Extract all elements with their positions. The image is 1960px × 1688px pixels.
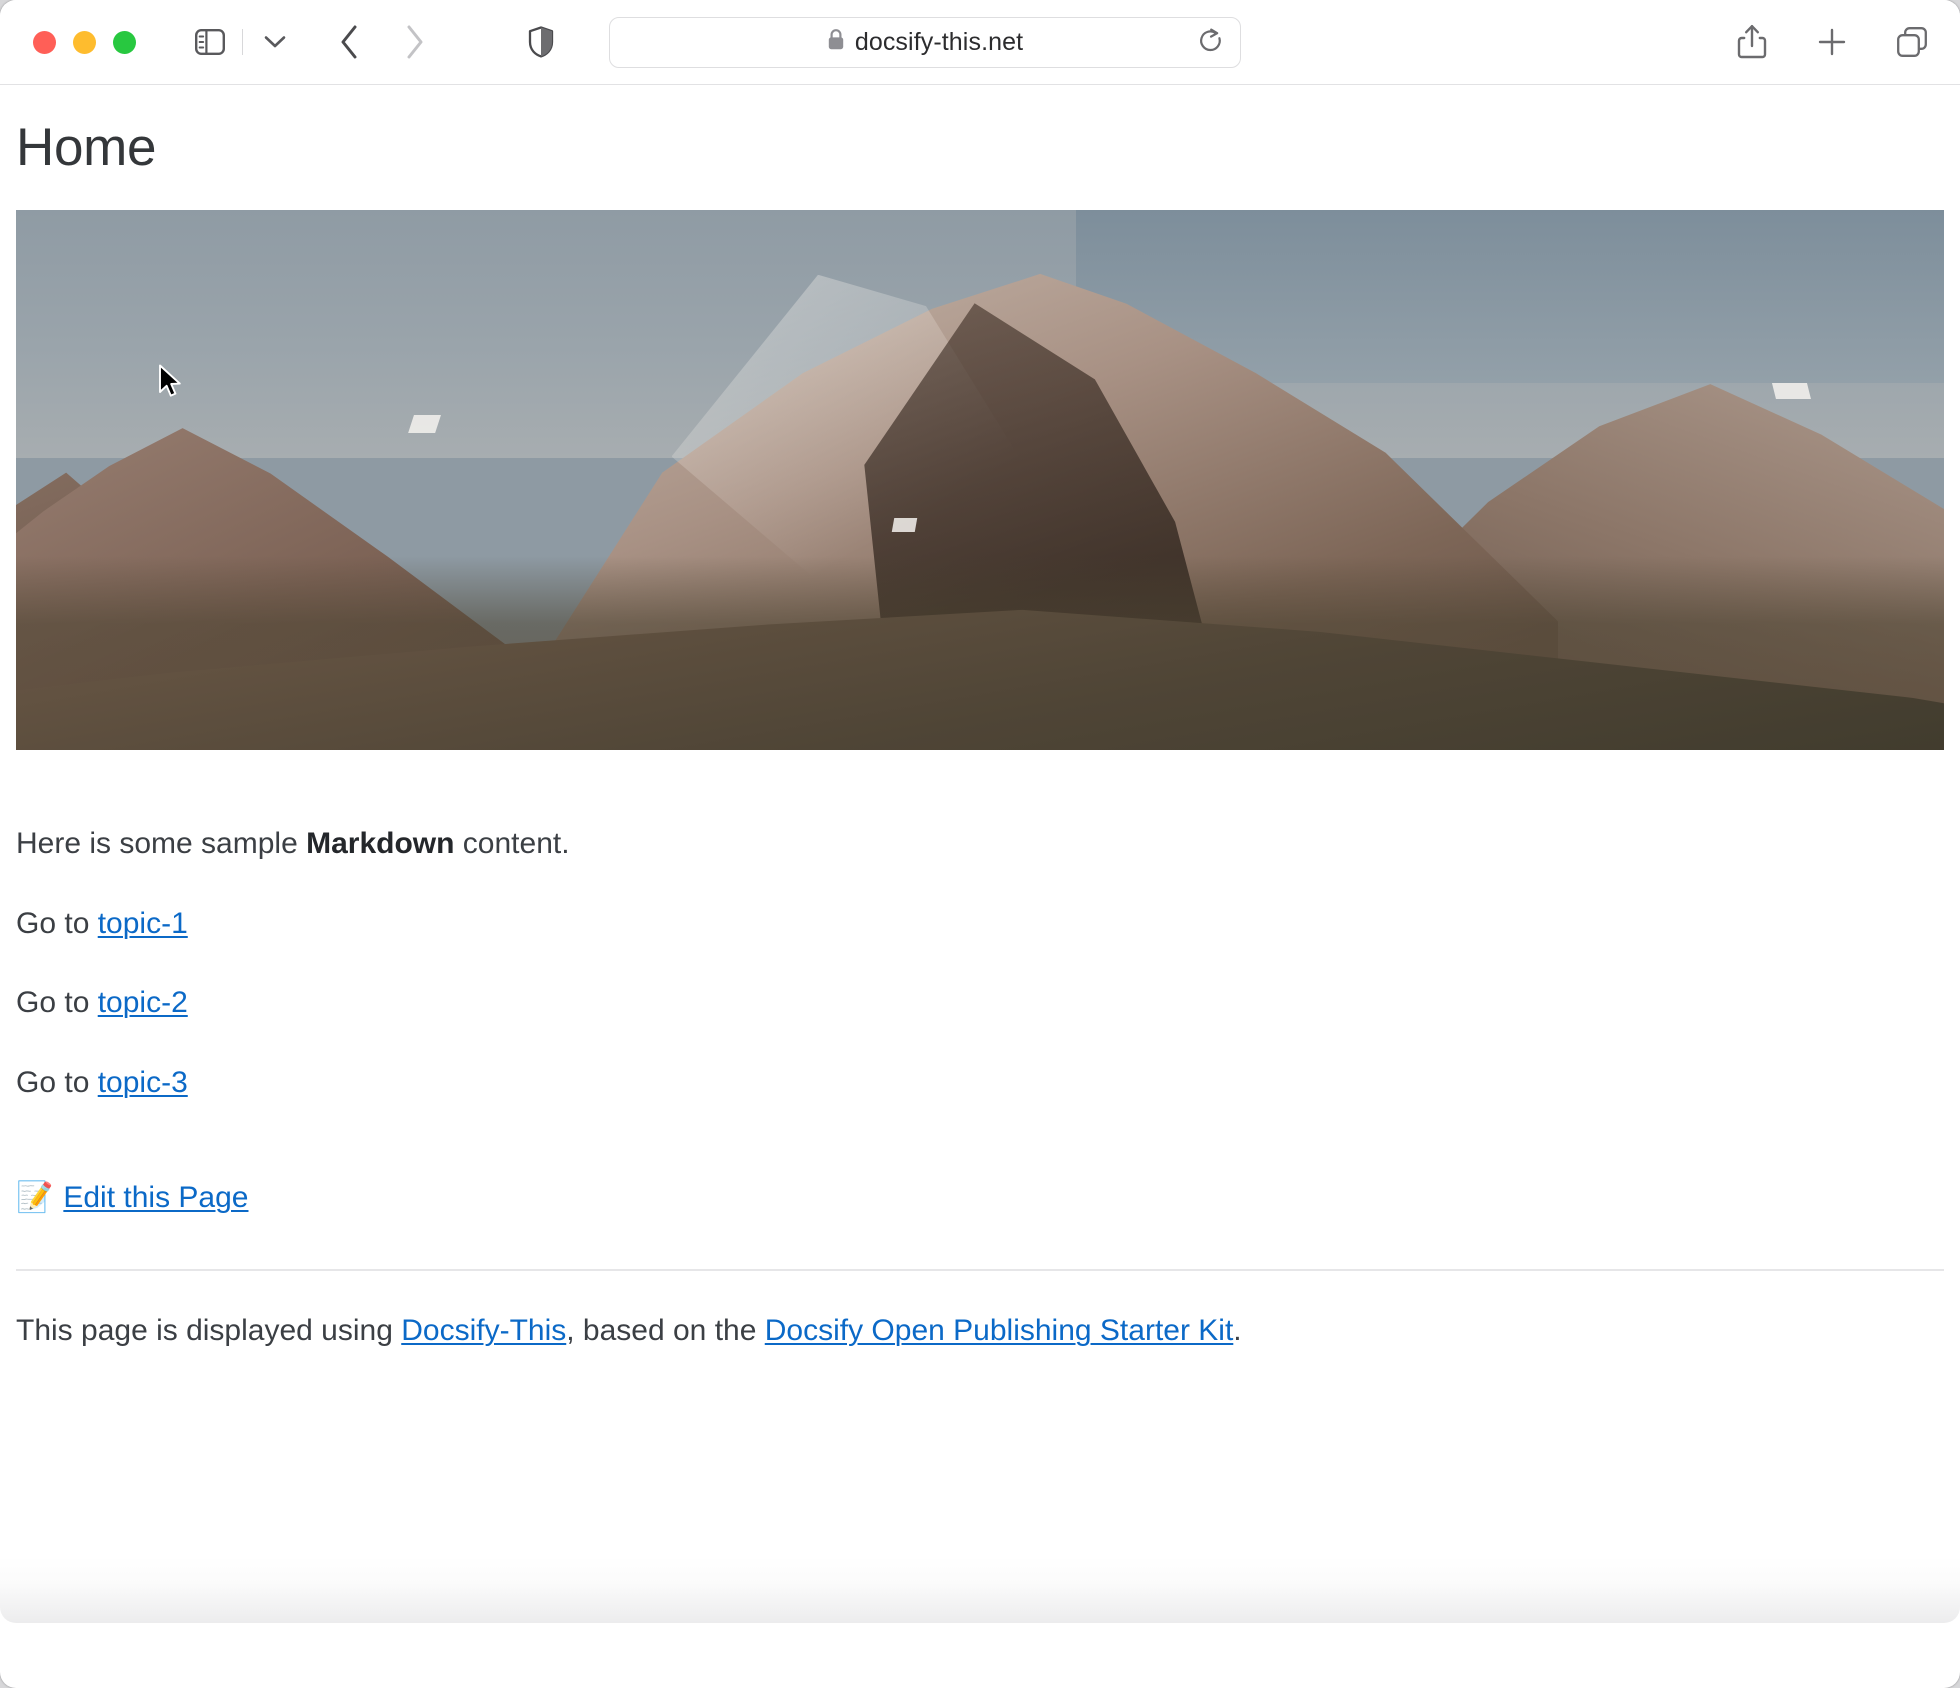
topic-2-link[interactable]: topic-2 [98, 986, 188, 1019]
minimize-window-button[interactable] [73, 30, 96, 54]
goto-prefix: Go to [16, 986, 98, 1019]
browser-toolbar: docsify-this.net [0, 0, 1960, 85]
footer-paragraph: This page is displayed using Docsify-Thi… [16, 1311, 1944, 1352]
reload-icon[interactable] [1192, 23, 1230, 61]
topic-1-link[interactable]: topic-1 [98, 907, 188, 940]
chevron-down-icon[interactable] [249, 16, 301, 68]
browser-window: docsify-this.net Home Here is some sampl… [0, 0, 1960, 1688]
url-text: docsify-this.net [854, 27, 1024, 56]
page-title: Home [16, 118, 157, 177]
share-icon[interactable] [1726, 16, 1778, 68]
new-tab-plus-icon[interactable] [1806, 16, 1858, 68]
edit-this-page-link[interactable]: Edit this Page [63, 1181, 248, 1215]
close-window-button[interactable] [33, 30, 56, 54]
goto-prefix: Go to [16, 1065, 98, 1099]
toolbar-divider [242, 29, 243, 55]
lock-icon [827, 28, 845, 56]
footer-text-3: . [1233, 1314, 1242, 1347]
topic-1-paragraph: Go to topic-1 [16, 904, 1944, 945]
back-arrow-icon[interactable] [323, 16, 375, 68]
topic-3-paragraph: Go to topic-3 [16, 1063, 1944, 1104]
memo-icon: 📝 [16, 1181, 54, 1214]
traffic-lights [33, 30, 136, 54]
page-content: Home Here is some sample Markdown conten… [0, 85, 1960, 1623]
intro-text-before: Here is some sample [16, 827, 307, 860]
intro-bold-markdown: Markdown [306, 827, 455, 860]
zoom-window-button[interactable] [113, 30, 136, 54]
goto-prefix: Go to [16, 906, 98, 940]
privacy-shield-icon[interactable] [515, 16, 567, 68]
footer-text-1: This page is displayed using [16, 1314, 402, 1347]
sidebar-toggle-icon[interactable] [184, 16, 236, 68]
snow-patch [891, 517, 918, 532]
tab-overview-icon[interactable] [1886, 16, 1938, 68]
intro-paragraph: Here is some sample Markdown content. [16, 824, 1944, 865]
sidebar-controls [184, 16, 301, 68]
url-bar-content: docsify-this.net [827, 28, 1023, 57]
url-bar[interactable]: docsify-this.net [609, 16, 1241, 68]
toolbar-right-actions [1726, 16, 1938, 68]
topic-2-paragraph: Go to topic-2 [16, 983, 1944, 1024]
hero-image [16, 210, 1944, 750]
navigation-controls [323, 16, 441, 68]
starter-kit-link[interactable]: Docsify Open Publishing Starter Kit [765, 1314, 1234, 1347]
intro-text-after: content. [454, 827, 570, 860]
topic-3-link[interactable]: topic-3 [98, 1066, 188, 1099]
footer-text-2: , based on the [566, 1314, 765, 1347]
docsify-this-link[interactable]: Docsify-This [401, 1314, 566, 1347]
edit-page-row: 📝 Edit this Page [16, 1181, 1960, 1215]
forward-arrow-icon[interactable] [389, 16, 441, 68]
footer-divider [16, 1269, 1944, 1271]
window-bottom-edge [0, 1557, 1960, 1623]
snow-patch [1772, 382, 1812, 399]
